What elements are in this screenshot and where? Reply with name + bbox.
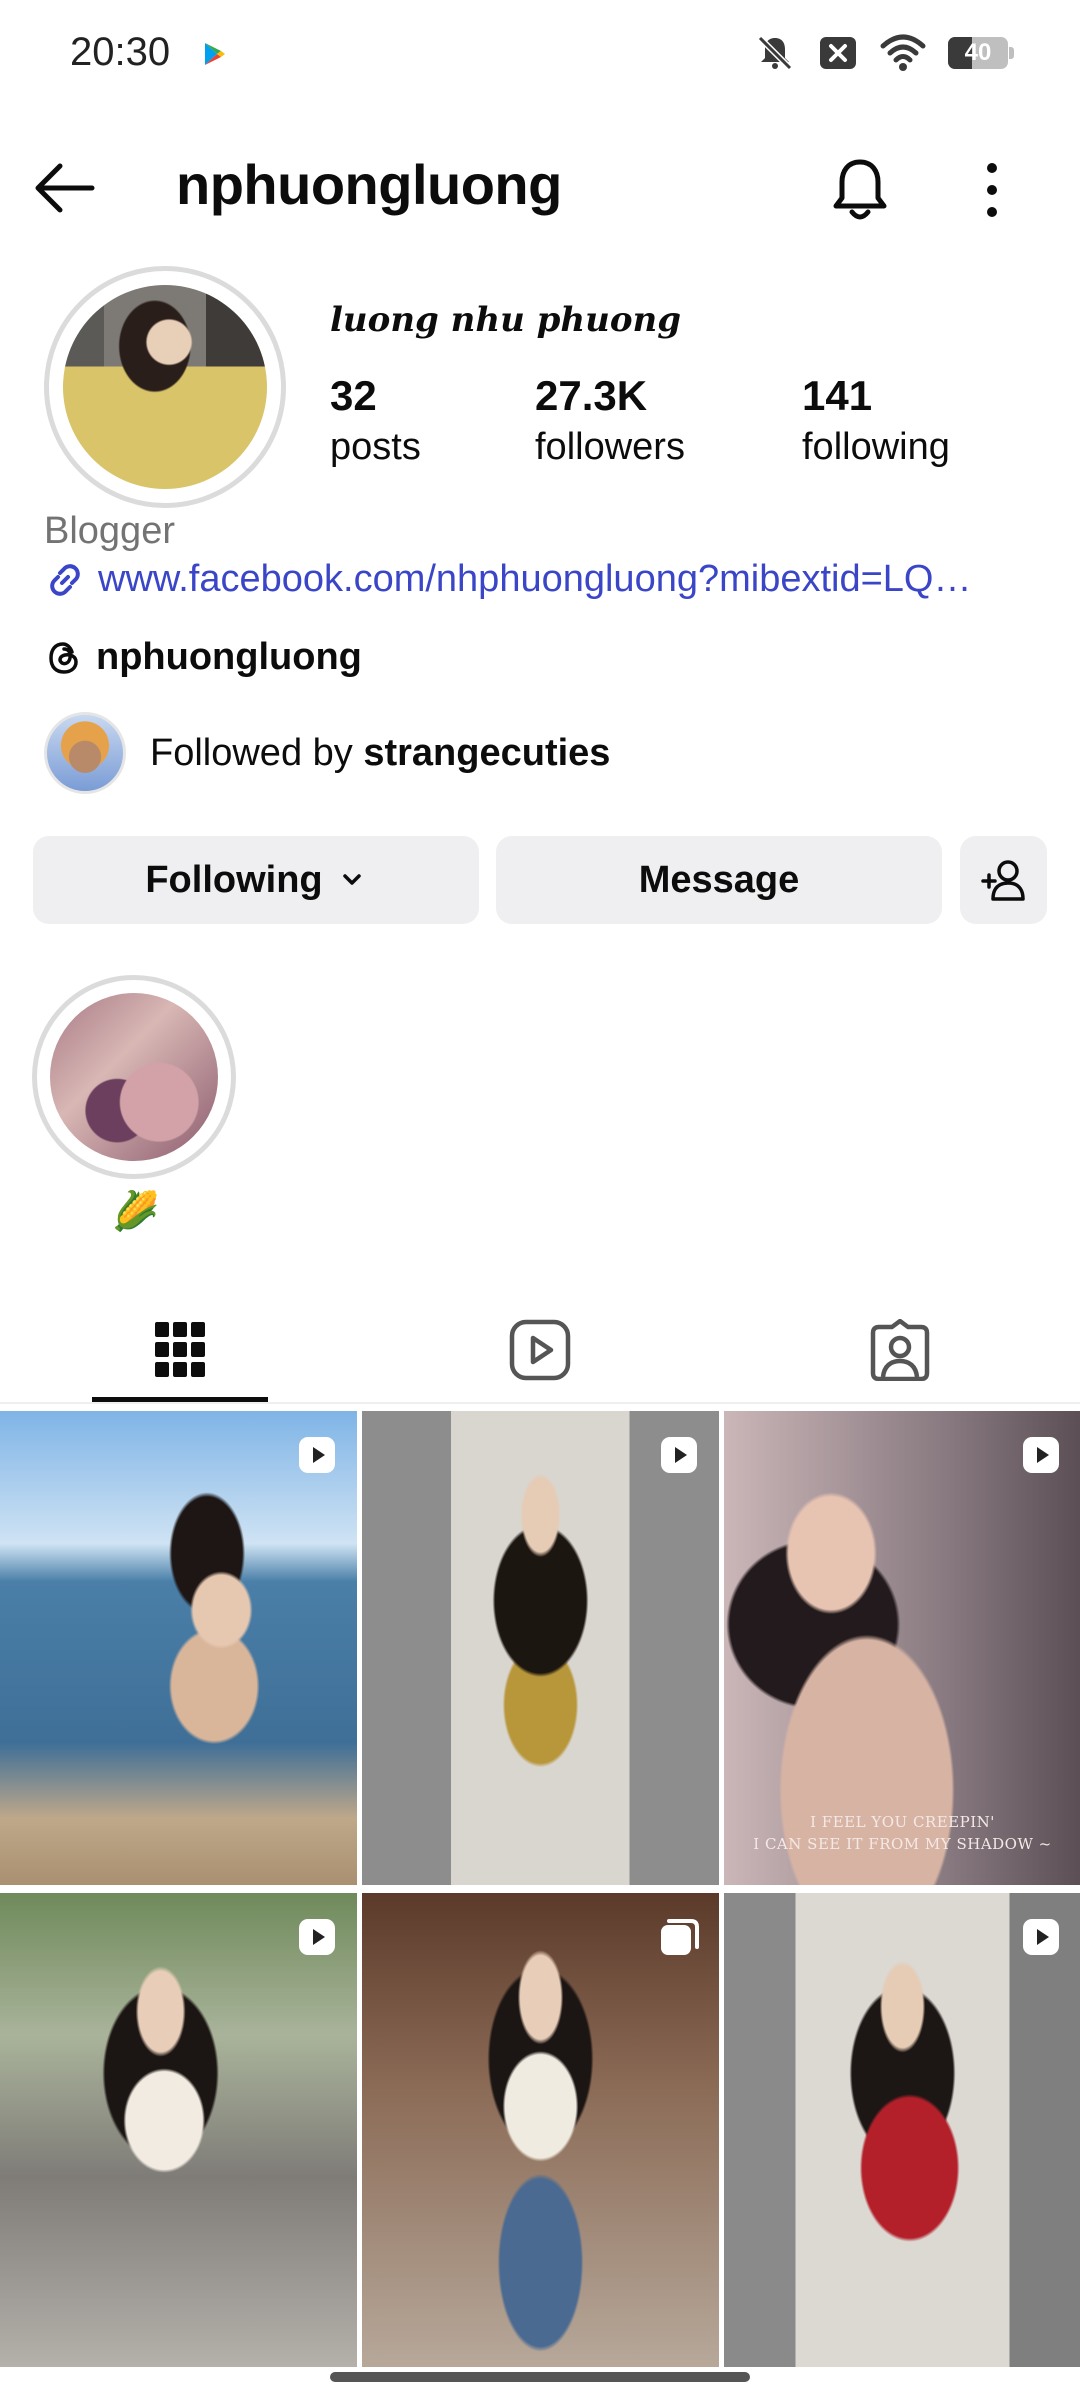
- tagged-icon: [870, 1319, 930, 1381]
- back-arrow-icon[interactable]: [30, 158, 100, 218]
- story-highlight[interactable]: [32, 975, 236, 1179]
- more-options-icon[interactable]: [972, 158, 1012, 222]
- suggest-people-button[interactable]: [960, 836, 1047, 924]
- threads-icon: [49, 641, 78, 674]
- stat-followers-count: 27.3K: [535, 372, 648, 419]
- highlight-cover: [50, 993, 218, 1161]
- followed-by[interactable]: Followed by strangecuties: [44, 712, 610, 794]
- battery-icon: 40: [948, 37, 1014, 69]
- status-icons: 40: [754, 32, 1014, 74]
- message-button-label: Message: [638, 858, 800, 901]
- followed-by-user: strangecuties: [363, 731, 611, 774]
- reel-icon: [1023, 1437, 1059, 1473]
- reel-icon: [299, 1437, 335, 1473]
- status-bar: 20:30 40: [0, 0, 1080, 110]
- page-title: nphuongluong: [176, 153, 562, 216]
- profile-category: Blogger: [44, 510, 175, 552]
- highlight-label: 🌽: [112, 1191, 160, 1233]
- stat-posts[interactable]: 32 posts: [330, 372, 421, 469]
- tabs-divider: [0, 1402, 1080, 1404]
- grid-icon: [155, 1322, 205, 1377]
- add-person-icon: [980, 860, 1025, 901]
- stat-posts-label: posts: [330, 426, 421, 468]
- post-tile[interactable]: [362, 1411, 719, 1885]
- stat-following-count: 141: [802, 372, 873, 419]
- reel-icon: [299, 1919, 335, 1955]
- reel-icon: [661, 1437, 697, 1473]
- mute-vibrate-icon: [757, 35, 793, 71]
- stat-following-label: following: [802, 426, 950, 468]
- post-tile[interactable]: [724, 1893, 1080, 2367]
- stat-followers-label: followers: [535, 426, 685, 468]
- threads-handle: nphuongluong: [96, 636, 362, 678]
- post-caption-line: I CAN SEE IT FROM MY SHADOW ~: [753, 1835, 1052, 1853]
- home-indicator[interactable]: [330, 2372, 750, 2382]
- followed-by-prefix: Followed by: [150, 731, 364, 774]
- bio-link[interactable]: www.facebook.com/nhphuongluong?mibextid=…: [44, 558, 971, 601]
- reel-icon: [1023, 1919, 1059, 1955]
- battery-level: 40: [964, 39, 992, 66]
- chevron-down-icon: [342, 874, 361, 885]
- post-caption-line: I FEEL YOU CREEPIN': [810, 1813, 995, 1831]
- bell-icon[interactable]: [826, 154, 894, 226]
- tab-posts-grid[interactable]: [92, 1295, 268, 1405]
- bio-link-text: www.facebook.com/nhphuongluong?mibextid=…: [98, 558, 972, 600]
- profile-avatar[interactable]: [44, 266, 286, 508]
- post-tile[interactable]: I FEEL YOU CREEPIN' I CAN SEE IT FROM MY…: [724, 1411, 1080, 1885]
- tab-reels[interactable]: [452, 1295, 628, 1405]
- profile-header: nphuongluong: [0, 130, 1080, 250]
- notification-x-icon: [820, 37, 856, 69]
- stat-following[interactable]: 141 following: [802, 372, 950, 469]
- post-caption: I FEEL YOU CREEPIN' I CAN SEE IT FROM MY…: [724, 1811, 1080, 1855]
- follower-avatar: [44, 712, 126, 794]
- followed-by-text: Followed by strangecuties: [150, 732, 610, 775]
- reels-icon: [509, 1319, 571, 1381]
- stat-followers[interactable]: 27.3K followers: [535, 372, 685, 469]
- play-store-icon: [205, 43, 225, 65]
- post-tile[interactable]: [362, 1893, 719, 2367]
- wifi-icon: [880, 34, 926, 71]
- stat-posts-count: 32: [330, 372, 377, 419]
- tab-tagged[interactable]: [812, 1295, 988, 1405]
- carousel-icon: [661, 1919, 699, 1955]
- message-button[interactable]: Message: [496, 836, 942, 924]
- post-tile[interactable]: [0, 1893, 357, 2367]
- profile-tabs: [0, 1295, 1080, 1405]
- link-icon: [50, 563, 80, 596]
- status-time: 20:30: [70, 30, 171, 74]
- threads-badge[interactable]: nphuongluong: [44, 636, 362, 679]
- following-button[interactable]: Following: [33, 836, 479, 924]
- following-button-label: Following: [145, 858, 323, 901]
- post-tile[interactable]: [0, 1411, 357, 1885]
- full-name: luong nhu phuong: [330, 300, 682, 340]
- profile-photo: [63, 285, 267, 489]
